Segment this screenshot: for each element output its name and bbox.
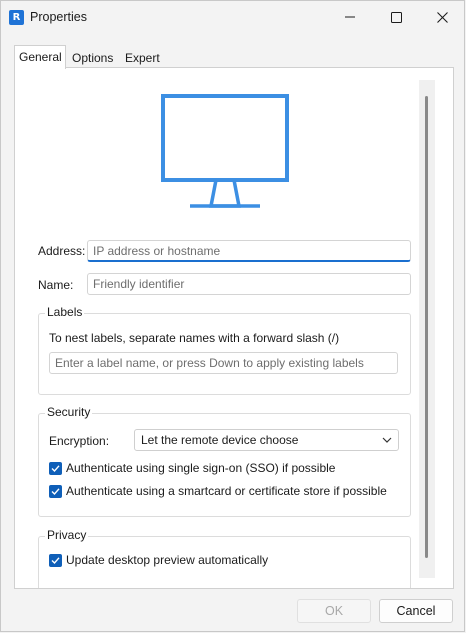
smartcard-option[interactable]: Authenticate using a smartcard or certif…	[49, 484, 387, 498]
sso-option[interactable]: Authenticate using single sign-on (SSO) …	[49, 461, 335, 475]
checkmark-icon	[51, 487, 60, 495]
label-input[interactable]	[49, 352, 398, 374]
close-button[interactable]	[419, 1, 465, 33]
minimize-icon	[345, 16, 355, 18]
security-group: Security Encryption: Let the remote devi…	[38, 405, 411, 517]
security-legend: Security	[45, 405, 93, 419]
monitor-icon	[161, 94, 289, 208]
labels-group: Labels To nest labels, separate names wi…	[38, 305, 411, 395]
update-preview-checkbox[interactable]	[49, 553, 62, 567]
checkmark-icon	[51, 464, 60, 472]
title-bar[interactable]: R Properties	[1, 1, 464, 33]
minimize-button[interactable]	[327, 1, 373, 33]
update-preview-option[interactable]: Update desktop preview automatically	[49, 553, 268, 567]
encryption-label: Encryption:	[49, 434, 110, 448]
scrollbar-thumb[interactable]	[425, 96, 428, 558]
sso-label: Authenticate using single sign-on (SSO) …	[66, 461, 336, 475]
general-panel: Address: Name: Labels To nest labels, se…	[14, 67, 454, 589]
labels-hint: To nest labels, separate names with a fo…	[49, 331, 340, 345]
name-input[interactable]	[87, 273, 411, 295]
encryption-value: Let the remote device choose	[141, 433, 299, 447]
close-icon	[436, 11, 448, 23]
app-icon: R	[9, 10, 24, 25]
properties-window: R Properties General Options Expert Addr…	[0, 0, 465, 632]
privacy-group: Privacy Update desktop preview automatic…	[38, 528, 411, 588]
name-label: Name:	[38, 278, 74, 292]
sso-checkbox[interactable]	[49, 461, 62, 475]
tab-options[interactable]: Options	[67, 47, 120, 68]
cancel-button[interactable]: Cancel	[379, 599, 453, 623]
checkmark-icon	[51, 556, 60, 564]
tab-general[interactable]: General	[14, 45, 66, 69]
address-input[interactable]	[87, 240, 411, 262]
labels-legend: Labels	[45, 305, 85, 319]
maximize-button[interactable]	[373, 1, 419, 33]
smartcard-label: Authenticate using a smartcard or certif…	[66, 484, 387, 498]
ok-button[interactable]: OK	[297, 599, 371, 623]
vertical-scrollbar[interactable]	[419, 80, 435, 578]
privacy-legend: Privacy	[45, 528, 89, 542]
update-preview-label: Update desktop preview automatically	[66, 553, 269, 567]
window-title: Properties	[30, 10, 87, 24]
chevron-down-icon	[382, 437, 392, 443]
smartcard-checkbox[interactable]	[49, 484, 62, 498]
tab-expert[interactable]: Expert	[120, 47, 166, 68]
encryption-select[interactable]: Let the remote device choose	[134, 429, 399, 451]
maximize-icon	[390, 11, 402, 23]
address-label: Address:	[38, 244, 86, 258]
